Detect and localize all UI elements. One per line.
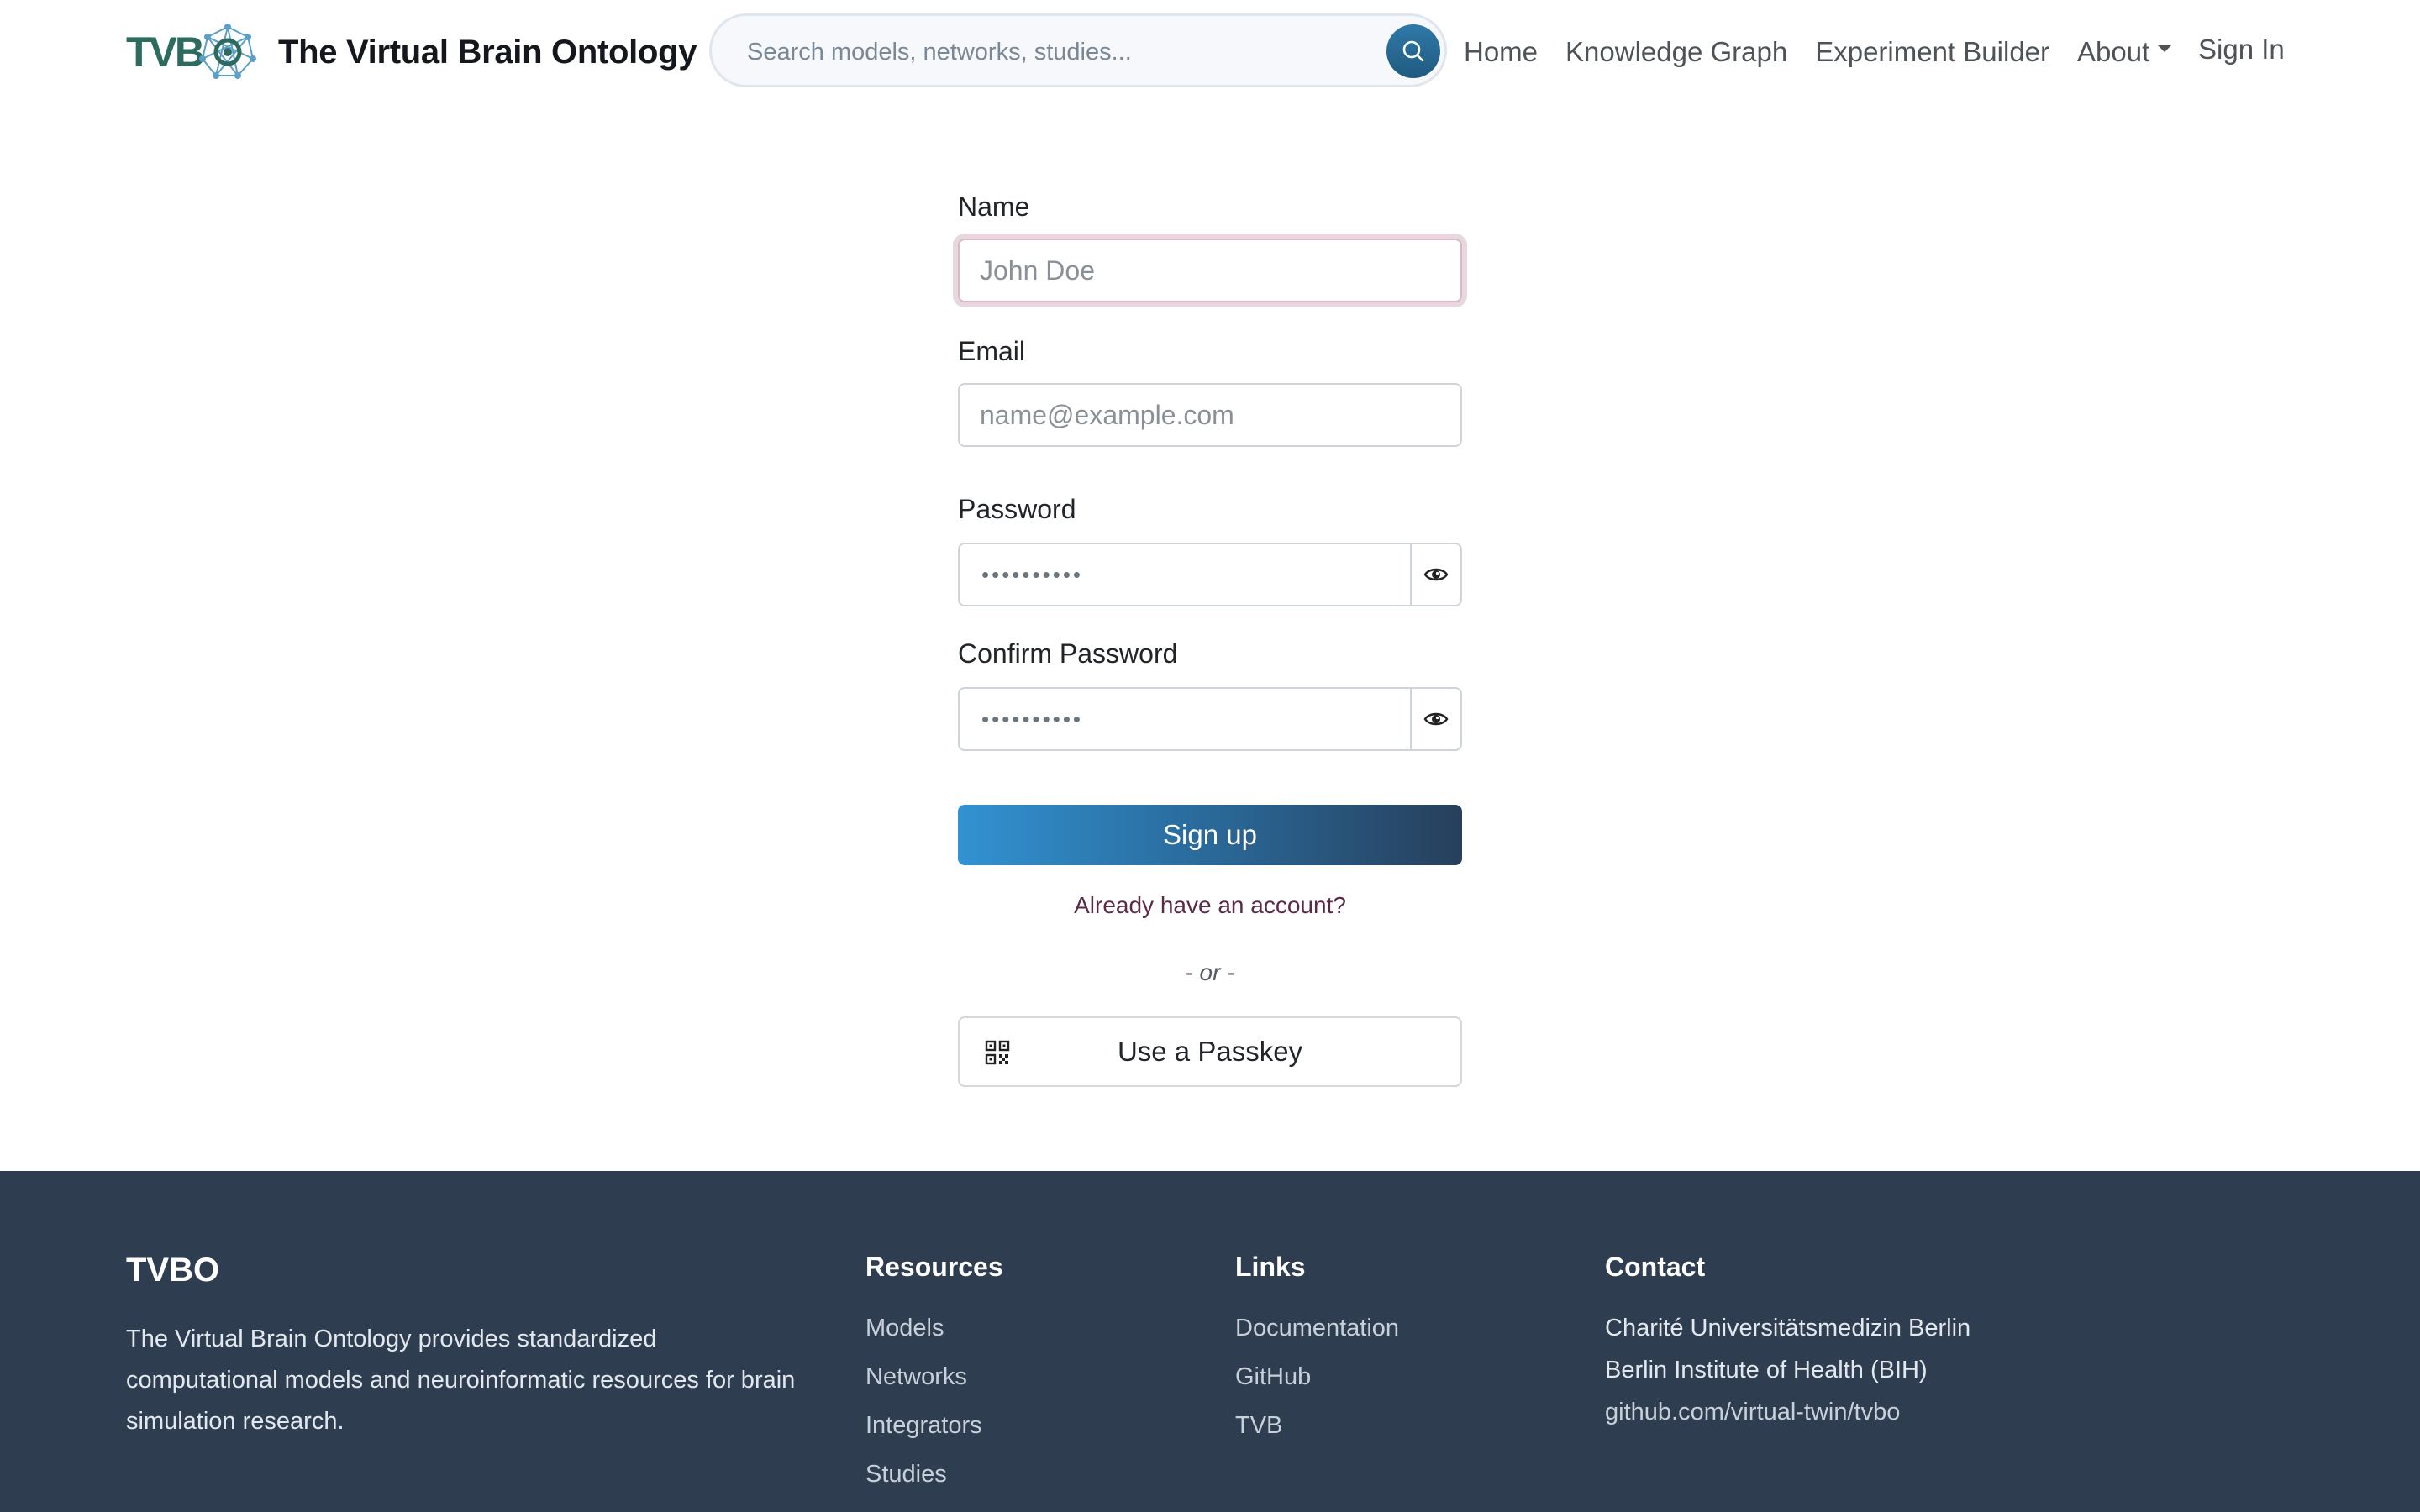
contact-charite: Charité Universitätsmedizin Berlin bbox=[1605, 1315, 1971, 1341]
name-field[interactable] bbox=[958, 239, 1462, 302]
footer-link-integrators[interactable]: Integrators bbox=[865, 1409, 1003, 1457]
nav-about-dropdown[interactable]: About bbox=[2077, 36, 2172, 68]
footer-resources-heading: Resources bbox=[865, 1252, 1003, 1282]
footer-link-github[interactable]: GitHub bbox=[1235, 1360, 1399, 1409]
footer-resources: Resources Models Networks Integrators St… bbox=[865, 1252, 1003, 1506]
eye-icon bbox=[1423, 712, 1449, 726]
brand[interactable]: TVB The Virtual Brain Ontology bbox=[126, 22, 697, 82]
search-bar bbox=[709, 13, 1447, 87]
logo-text: TVB bbox=[126, 29, 205, 76]
footer-link-tvb[interactable]: TVB bbox=[1235, 1409, 1399, 1457]
main-nav: Home Knowledge Graph Experiment Builder … bbox=[1464, 30, 2199, 74]
already-have-account-link[interactable]: Already have an account? bbox=[958, 892, 1462, 919]
navbar: TVB The Virtual Brain Ontology Search mo… bbox=[0, 0, 2420, 104]
password-visibility-toggle[interactable] bbox=[1410, 543, 1462, 606]
eye-icon bbox=[1423, 568, 1449, 581]
nav-experiment-builder[interactable]: Experiment Builder bbox=[1815, 36, 2049, 68]
footer-link-documentation[interactable]: Documentation bbox=[1235, 1311, 1399, 1360]
name-label: Name bbox=[958, 192, 1030, 222]
nav-sign-in[interactable]: Sign In bbox=[2198, 34, 2285, 66]
email-label: Email bbox=[958, 336, 1026, 366]
footer-contact: Contact Charité Universitätsmedizin Berl… bbox=[1605, 1252, 1970, 1437]
footer-contact-heading: Contact bbox=[1605, 1252, 1706, 1282]
search-icon bbox=[1402, 40, 1424, 62]
footer-links-heading: Links bbox=[1235, 1252, 1306, 1282]
nav-about-label: About bbox=[2077, 36, 2150, 67]
nav-knowledge-graph[interactable]: Knowledge Graph bbox=[1565, 36, 1787, 68]
confirm-password-label: Confirm Password bbox=[958, 638, 1178, 669]
search-button[interactable] bbox=[1386, 24, 1440, 78]
footer-description: The Virtual Brain Ontology provides stan… bbox=[126, 1326, 796, 1435]
contact-github-link[interactable]: github.com/virtual-twin/tvbo bbox=[1605, 1395, 1970, 1437]
footer-brand: TVBO bbox=[126, 1252, 220, 1289]
tvbo-logo: TVB bbox=[126, 22, 260, 82]
footer: TVBO The Virtual Brain Ontology provides… bbox=[0, 1171, 2420, 1512]
confirm-password-group: •••••••••• bbox=[958, 687, 1462, 751]
tvbo-network-logo-icon bbox=[199, 24, 256, 79]
use-passkey-button[interactable]: Use a Passkey bbox=[958, 1016, 1462, 1087]
footer-links: Links Documentation GitHub TVB bbox=[1235, 1252, 1399, 1457]
confirm-password-field[interactable]: •••••••••• bbox=[958, 687, 1412, 751]
confirm-password-visibility-toggle[interactable] bbox=[1410, 687, 1462, 751]
chevron-down-icon bbox=[2158, 45, 2172, 52]
nav-home[interactable]: Home bbox=[1464, 36, 1538, 68]
password-field[interactable]: •••••••••• bbox=[958, 543, 1412, 606]
email-field[interactable] bbox=[958, 383, 1462, 447]
footer-link-studies[interactable]: Studies bbox=[865, 1457, 1003, 1506]
search-input[interactable] bbox=[745, 31, 1370, 73]
password-label: Password bbox=[958, 494, 1076, 524]
sign-up-button[interactable]: Sign up bbox=[958, 805, 1462, 865]
or-divider: - or - bbox=[1185, 959, 1235, 985]
qr-passkey-icon bbox=[985, 1040, 1010, 1065]
password-group: •••••••••• bbox=[958, 543, 1462, 606]
contact-bih: Berlin Institute of Health (BIH) bbox=[1605, 1357, 1928, 1383]
footer-link-networks[interactable]: Networks bbox=[865, 1360, 1003, 1409]
footer-link-models[interactable]: Models bbox=[865, 1311, 1003, 1360]
site-title: The Virtual Brain Ontology bbox=[278, 33, 697, 71]
use-passkey-label: Use a Passkey bbox=[1117, 1036, 1303, 1067]
